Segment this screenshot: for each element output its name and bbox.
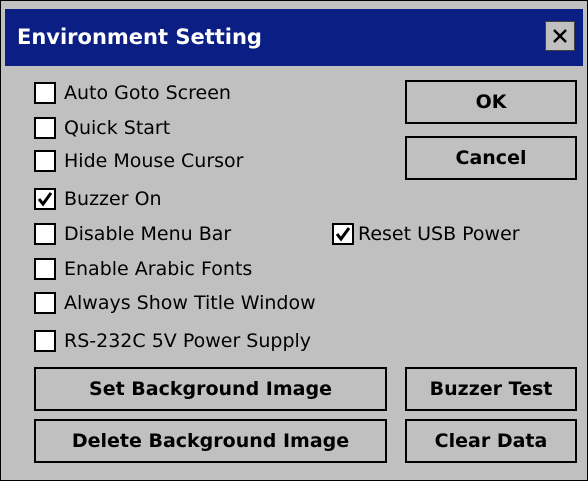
checkbox-box[interactable] — [34, 117, 56, 139]
reset-usb-power-checkbox[interactable]: Reset USB Power — [332, 220, 520, 248]
checkbox-box[interactable] — [34, 188, 56, 210]
checkbox-box[interactable] — [34, 82, 56, 104]
set-background-image-button[interactable]: Set Background Image — [34, 367, 387, 411]
checkbox-box[interactable] — [34, 223, 56, 245]
checkbox-label: Quick Start — [64, 117, 171, 139]
checkmark-icon — [335, 227, 351, 242]
window-title: Environment Setting — [17, 25, 262, 49]
disable-menu-bar-checkbox[interactable]: Disable Menu Bar — [34, 220, 231, 248]
quick-start-checkbox[interactable]: Quick Start — [34, 114, 170, 142]
cancel-button[interactable]: Cancel — [405, 136, 577, 180]
auto-goto-screen-checkbox[interactable]: Auto Goto Screen — [34, 79, 231, 107]
buzzer-test-button[interactable]: Buzzer Test — [405, 367, 577, 411]
checkbox-label: Enable Arabic Fonts — [64, 258, 253, 280]
rs232c-power-supply-checkbox[interactable]: RS-232C 5V Power Supply — [34, 327, 311, 355]
checkbox-box[interactable] — [332, 223, 354, 245]
ok-button[interactable]: OK — [405, 80, 577, 124]
buzzer-on-checkbox[interactable]: Buzzer On — [34, 185, 162, 213]
close-icon — [553, 29, 567, 43]
checkbox-box[interactable] — [34, 330, 56, 352]
checkbox-label: Reset USB Power — [358, 223, 520, 245]
always-show-title-window-checkbox[interactable]: Always Show Title Window — [34, 289, 316, 317]
checkbox-box[interactable] — [34, 150, 56, 172]
checkbox-label: Buzzer On — [64, 188, 162, 210]
checkbox-label: Hide Mouse Cursor — [64, 150, 244, 172]
close-button[interactable] — [545, 21, 575, 51]
enable-arabic-fonts-checkbox[interactable]: Enable Arabic Fonts — [34, 255, 252, 283]
checkbox-box[interactable] — [34, 258, 56, 280]
checkbox-label: Disable Menu Bar — [64, 223, 232, 245]
checkbox-label: RS-232C 5V Power Supply — [64, 330, 312, 352]
title-bar: Environment Setting — [5, 9, 583, 66]
checkbox-box[interactable] — [34, 292, 56, 314]
hide-mouse-cursor-checkbox[interactable]: Hide Mouse Cursor — [34, 147, 244, 175]
delete-background-image-button[interactable]: Delete Background Image — [34, 419, 387, 463]
environment-setting-dialog: Environment Setting Auto Goto Screen Qui… — [0, 0, 588, 481]
checkbox-label: Always Show Title Window — [64, 292, 316, 314]
checkbox-label: Auto Goto Screen — [64, 82, 231, 104]
checkmark-icon — [37, 192, 53, 207]
clear-data-button[interactable]: Clear Data — [405, 419, 577, 463]
